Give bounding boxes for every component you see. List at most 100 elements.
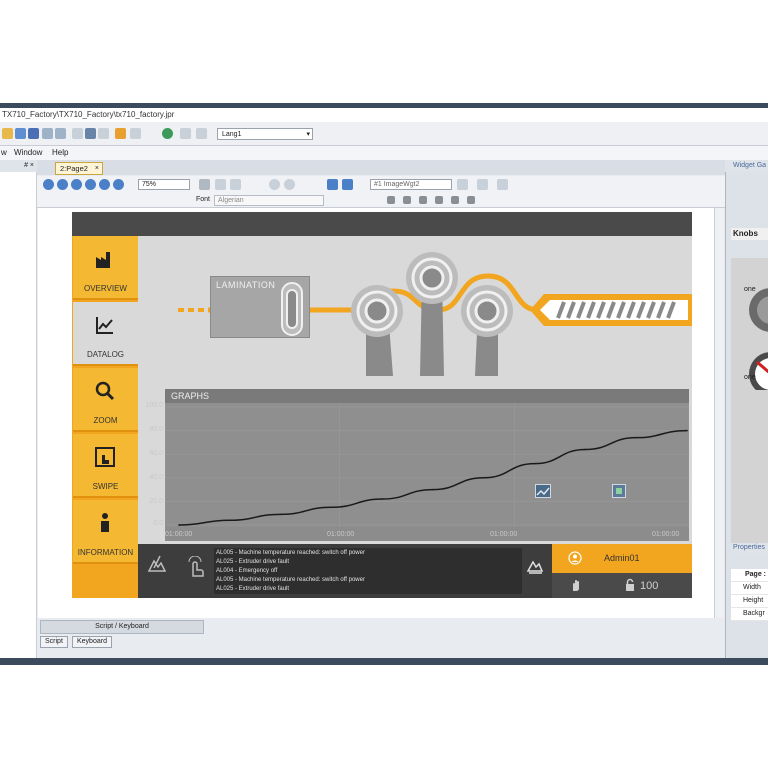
align-left-icon[interactable] xyxy=(435,196,443,204)
italic-icon[interactable] xyxy=(403,196,411,204)
tab-strip xyxy=(37,160,725,175)
cut-icon[interactable] xyxy=(98,128,109,139)
zoom-width-icon[interactable] xyxy=(85,179,96,190)
undo-icon[interactable] xyxy=(42,128,53,139)
data-point xyxy=(533,462,536,465)
knobs-category[interactable]: Knobs xyxy=(731,228,768,240)
user-level: 100 xyxy=(640,580,659,592)
align-center-icon[interactable] xyxy=(451,196,459,204)
tab-keyboard[interactable]: Keyboard xyxy=(72,636,112,648)
open-icon[interactable] xyxy=(15,128,26,139)
alarm-row[interactable]: AL025 - Extruder drive fault xyxy=(216,585,520,593)
menu-item-window[interactable]: Window xyxy=(14,146,42,160)
widget-select[interactable]: #1 ImageWgt2 xyxy=(370,179,452,190)
save-icon[interactable] xyxy=(28,128,39,139)
redo-icon[interactable] xyxy=(55,128,66,139)
size-icon[interactable] xyxy=(497,179,508,190)
x-tick-label: 01:00:00 xyxy=(327,531,355,538)
data-point xyxy=(686,429,688,432)
build-icon[interactable] xyxy=(115,128,126,139)
rotate-right-icon[interactable] xyxy=(284,179,295,190)
lock-icon xyxy=(626,578,634,591)
nav-swipe-button[interactable]: SWIPE xyxy=(73,434,138,498)
upload-icon[interactable] xyxy=(196,128,207,139)
paste-icon[interactable] xyxy=(85,128,96,139)
property-row[interactable]: Backgr xyxy=(731,608,768,621)
main-toolbar xyxy=(0,122,768,146)
script-keyboard-panel[interactable]: Script / Keyboard xyxy=(40,620,204,634)
knob-caption: one xyxy=(744,374,756,381)
align-right-icon[interactable] xyxy=(467,196,475,204)
roller-1 xyxy=(351,285,403,376)
left-panel-header[interactable]: # × xyxy=(0,160,37,172)
alarm-row[interactable]: AL005 - Machine temperature reached: swi… xyxy=(216,549,520,557)
language-select[interactable]: Lang1 ▾ xyxy=(217,128,313,140)
bold-icon[interactable] xyxy=(387,196,395,204)
underline-icon[interactable] xyxy=(419,196,427,204)
nav-zoom-button[interactable]: ZOOM xyxy=(73,368,138,432)
data-point xyxy=(178,524,180,526)
tab-script[interactable]: Script xyxy=(40,636,68,648)
graph-image-icon[interactable] xyxy=(535,484,551,498)
copy-icon[interactable] xyxy=(72,128,83,139)
zoom-fit-icon[interactable] xyxy=(71,179,82,190)
lamination-label: LAMINATION xyxy=(216,280,276,290)
graphs-title: GRAPHS xyxy=(165,389,689,403)
zoom-height-icon[interactable] xyxy=(99,179,110,190)
y-tick-label: 60.0 xyxy=(149,450,163,457)
font-select[interactable]: Algerian xyxy=(214,195,324,206)
delete-icon[interactable] xyxy=(199,179,210,190)
alarm-row[interactable]: AL004 - Emergency off xyxy=(216,567,520,575)
roller-3 xyxy=(461,285,513,376)
alarm-acknowledge-icon[interactable] xyxy=(526,556,544,574)
alarm-row[interactable]: AL005 - Machine temperature reached: swi… xyxy=(216,576,520,584)
tab-page2[interactable]: 2:Page2 × xyxy=(55,162,103,175)
hand-tap-icon[interactable] xyxy=(186,556,206,578)
factory-icon xyxy=(96,252,110,268)
widget-gallery-header[interactable]: Widget Ga xyxy=(725,160,768,172)
nav-datalog-button[interactable]: DATALOG xyxy=(73,302,138,366)
property-row[interactable]: Page : xyxy=(731,569,768,582)
zoom-in-icon[interactable] xyxy=(43,179,54,190)
align-icon[interactable] xyxy=(457,179,468,190)
layer-icon[interactable] xyxy=(327,179,338,190)
data-point xyxy=(635,436,637,439)
font-label: Font xyxy=(196,196,211,203)
hand-swipe-icon xyxy=(95,447,115,467)
data-point xyxy=(483,477,485,479)
vertical-scrollbar[interactable] xyxy=(714,208,724,618)
zoom-select[interactable]: 75% xyxy=(138,179,190,190)
data-point xyxy=(381,498,383,500)
window-bottom-border xyxy=(0,658,768,665)
graph-export-icon[interactable] xyxy=(612,484,626,498)
nav-information-button[interactable]: INFORMATION xyxy=(73,500,138,564)
globe-icon[interactable] xyxy=(162,128,173,139)
x-tick-label: 01:00:00 xyxy=(165,531,193,538)
y-tick-label: 80.0 xyxy=(149,426,163,433)
x-tick-label: 01:00:00 xyxy=(490,531,518,538)
zoom-out-icon[interactable] xyxy=(57,179,68,190)
new-icon[interactable] xyxy=(2,128,13,139)
y-tick-label: 20.0 xyxy=(149,498,163,505)
layer-down-icon[interactable] xyxy=(342,179,353,190)
y-tick-label: 0.0 xyxy=(153,520,163,527)
data-point xyxy=(229,519,231,522)
y-tick-label: 100.0 xyxy=(145,402,163,409)
property-row[interactable]: Height xyxy=(731,595,768,608)
print-icon[interactable] xyxy=(130,128,141,139)
property-row[interactable]: Width xyxy=(731,582,768,595)
ungroup-icon[interactable] xyxy=(230,179,241,190)
zoom-page-icon[interactable] xyxy=(113,179,124,190)
alarm-reset-icon[interactable] xyxy=(146,553,168,575)
properties-header[interactable]: Properties xyxy=(731,543,768,553)
hand-icon xyxy=(573,580,579,592)
alarm-row[interactable]: AL025 - Extruder drive fault xyxy=(216,558,520,566)
distribute-icon[interactable] xyxy=(477,179,488,190)
close-icon[interactable]: × xyxy=(95,163,99,175)
download-icon[interactable] xyxy=(180,128,191,139)
rotate-left-icon[interactable] xyxy=(269,179,280,190)
group-icon[interactable] xyxy=(215,179,226,190)
menu-item-view[interactable]: w xyxy=(1,146,7,160)
nav-overview-button[interactable]: OVERVIEW xyxy=(73,236,138,300)
menu-item-help[interactable]: Help xyxy=(52,146,68,160)
